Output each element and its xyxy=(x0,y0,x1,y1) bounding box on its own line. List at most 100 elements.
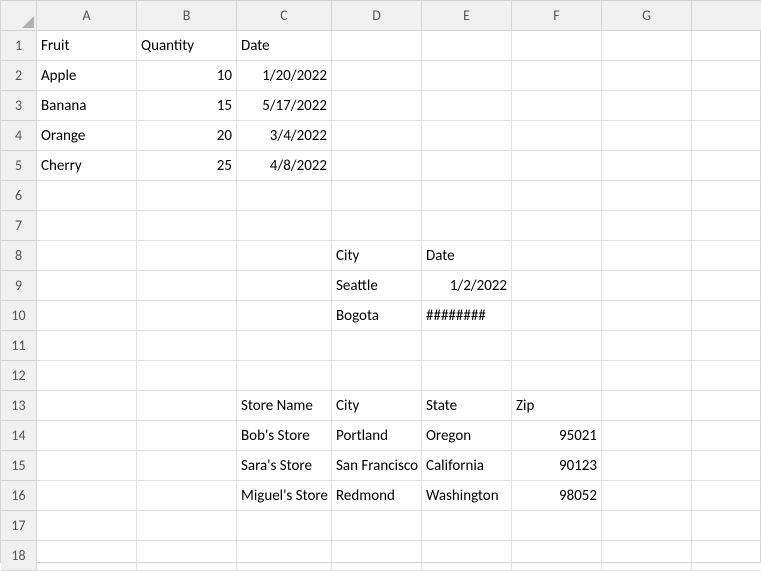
cell-D16[interactable]: Redmond xyxy=(332,481,422,511)
row-header-17[interactable]: 17 xyxy=(1,511,37,541)
cell-H17[interactable] xyxy=(692,511,761,541)
cell-H13[interactable] xyxy=(692,391,761,421)
cell-B5[interactable]: 25 xyxy=(137,151,237,181)
cell-E3[interactable] xyxy=(422,91,512,121)
cell-F2[interactable] xyxy=(512,61,602,91)
cell-G16[interactable] xyxy=(602,481,692,511)
select-all-corner[interactable] xyxy=(1,1,37,31)
col-header-F[interactable]: F xyxy=(512,1,602,31)
cell-C1[interactable]: Date xyxy=(237,31,332,61)
cell-D15[interactable]: San Francisco xyxy=(332,451,422,481)
cell-D14[interactable]: Portland xyxy=(332,421,422,451)
cell-F17[interactable] xyxy=(512,511,602,541)
col-header-E[interactable]: E xyxy=(422,1,512,31)
cell-G6[interactable] xyxy=(602,181,692,211)
row-header-15[interactable]: 15 xyxy=(1,451,37,481)
cell-B7[interactable] xyxy=(137,211,237,241)
cell-A12[interactable] xyxy=(37,361,137,391)
cell-C4[interactable]: 3/4/2022 xyxy=(237,121,332,151)
cell-H8[interactable] xyxy=(692,241,761,271)
cell-G8[interactable] xyxy=(602,241,692,271)
cell-E4[interactable] xyxy=(422,121,512,151)
cell-E15[interactable]: California xyxy=(422,451,512,481)
row-header-11[interactable]: 11 xyxy=(1,331,37,361)
cell-F8[interactable] xyxy=(512,241,602,271)
cell-F5[interactable] xyxy=(512,151,602,181)
cell-E1[interactable] xyxy=(422,31,512,61)
row-header-16[interactable]: 16 xyxy=(1,481,37,511)
cell-G17[interactable] xyxy=(602,511,692,541)
cell-H5[interactable] xyxy=(692,151,761,181)
cell-H10[interactable] xyxy=(692,301,761,331)
cell-D7[interactable] xyxy=(332,211,422,241)
cell-E16[interactable]: Washington xyxy=(422,481,512,511)
col-header-extra[interactable] xyxy=(692,1,761,31)
cell-A4[interactable]: Orange xyxy=(37,121,137,151)
cell-C14[interactable]: Bob's Store xyxy=(237,421,332,451)
cell-D5[interactable] xyxy=(332,151,422,181)
cell-D3[interactable] xyxy=(332,91,422,121)
row-header-8[interactable]: 8 xyxy=(1,241,37,271)
cell-E7[interactable] xyxy=(422,211,512,241)
cell-F11[interactable] xyxy=(512,331,602,361)
spreadsheet-grid[interactable]: A B C D E F G 1 Fruit Quantity Date 2 Ap… xyxy=(1,1,760,571)
cell-H18[interactable] xyxy=(692,541,761,571)
cell-A2[interactable]: Apple xyxy=(37,61,137,91)
cell-B17[interactable] xyxy=(137,511,237,541)
cell-G7[interactable] xyxy=(602,211,692,241)
cell-D1[interactable] xyxy=(332,31,422,61)
row-header-6[interactable]: 6 xyxy=(1,181,37,211)
cell-C7[interactable] xyxy=(237,211,332,241)
cell-G9[interactable] xyxy=(602,271,692,301)
cell-F4[interactable] xyxy=(512,121,602,151)
cell-D18[interactable] xyxy=(332,541,422,571)
cell-E9[interactable]: 1/2/2022 xyxy=(422,271,512,301)
cell-H7[interactable] xyxy=(692,211,761,241)
cell-H2[interactable] xyxy=(692,61,761,91)
cell-A11[interactable] xyxy=(37,331,137,361)
cell-B3[interactable]: 15 xyxy=(137,91,237,121)
cell-E18[interactable] xyxy=(422,541,512,571)
cell-F16[interactable]: 98052 xyxy=(512,481,602,511)
cell-E13[interactable]: State xyxy=(422,391,512,421)
cell-B8[interactable] xyxy=(137,241,237,271)
cell-C16[interactable]: Miguel's Store xyxy=(237,481,332,511)
row-header-14[interactable]: 14 xyxy=(1,421,37,451)
cell-D12[interactable] xyxy=(332,361,422,391)
cell-A18[interactable] xyxy=(37,541,137,571)
cell-B10[interactable] xyxy=(137,301,237,331)
cell-H3[interactable] xyxy=(692,91,761,121)
cell-F14[interactable]: 95021 xyxy=(512,421,602,451)
cell-H1[interactable] xyxy=(692,31,761,61)
cell-C10[interactable] xyxy=(237,301,332,331)
cell-E2[interactable] xyxy=(422,61,512,91)
cell-D10[interactable]: Bogota xyxy=(332,301,422,331)
row-header-7[interactable]: 7 xyxy=(1,211,37,241)
cell-G4[interactable] xyxy=(602,121,692,151)
row-header-13[interactable]: 13 xyxy=(1,391,37,421)
cell-G5[interactable] xyxy=(602,151,692,181)
row-header-9[interactable]: 9 xyxy=(1,271,37,301)
cell-A9[interactable] xyxy=(37,271,137,301)
cell-H6[interactable] xyxy=(692,181,761,211)
cell-H4[interactable] xyxy=(692,121,761,151)
cell-F3[interactable] xyxy=(512,91,602,121)
cell-C9[interactable] xyxy=(237,271,332,301)
cell-G18[interactable] xyxy=(602,541,692,571)
cell-E11[interactable] xyxy=(422,331,512,361)
cell-H16[interactable] xyxy=(692,481,761,511)
cell-H15[interactable] xyxy=(692,451,761,481)
row-header-5[interactable]: 5 xyxy=(1,151,37,181)
cell-G12[interactable] xyxy=(602,361,692,391)
cell-H9[interactable] xyxy=(692,271,761,301)
cell-E8[interactable]: Date xyxy=(422,241,512,271)
col-header-G[interactable]: G xyxy=(602,1,692,31)
cell-B11[interactable] xyxy=(137,331,237,361)
cell-C17[interactable] xyxy=(237,511,332,541)
cell-B18[interactable] xyxy=(137,541,237,571)
cell-A14[interactable] xyxy=(37,421,137,451)
cell-C15[interactable]: Sara's Store xyxy=(237,451,332,481)
cell-E10[interactable]: ######## xyxy=(422,301,512,331)
cell-G14[interactable] xyxy=(602,421,692,451)
cell-F6[interactable] xyxy=(512,181,602,211)
